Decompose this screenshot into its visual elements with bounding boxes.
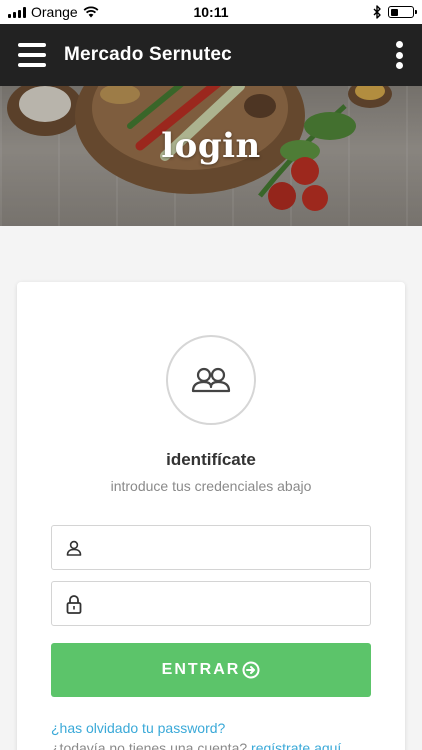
status-bar: Orange 10:11 <box>0 0 422 24</box>
battery-icon <box>388 6 417 18</box>
card-links: ¿has olvidado tu password? ¿todavía no t… <box>51 718 341 750</box>
register-link[interactable]: regístrate aquí <box>251 740 341 750</box>
card-heading: identifícate <box>166 450 256 469</box>
hero-banner: login <box>0 86 422 226</box>
enter-button-label: ENTRAR <box>161 661 241 678</box>
users-group-icon <box>191 367 231 393</box>
password-input[interactable] <box>94 582 370 625</box>
password-field[interactable] <box>51 581 371 626</box>
bluetooth-icon <box>373 5 381 19</box>
signal-icon <box>8 6 26 18</box>
app-bar: Mercado Sernutec <box>0 24 422 86</box>
hero-title: login <box>161 126 261 166</box>
user-icon <box>66 540 82 556</box>
username-field[interactable] <box>51 525 371 570</box>
hamburger-menu-icon[interactable] <box>18 43 46 67</box>
wifi-icon <box>83 6 99 18</box>
avatar-circle <box>166 335 256 425</box>
username-input[interactable] <box>94 526 370 569</box>
login-card: identifícate introduce tus credenciales … <box>17 282 405 750</box>
enter-button[interactable]: ENTRAR <box>51 643 371 697</box>
battery-level <box>390 8 398 16</box>
more-vert-icon[interactable] <box>394 41 404 69</box>
no-account-text: ¿todavía no tienes una cuenta? <box>51 740 248 750</box>
status-left: Orange <box>8 4 99 20</box>
app-title: Mercado Sernutec <box>64 44 232 65</box>
lock-icon <box>66 594 82 614</box>
arrow-circle-right-icon <box>242 661 260 679</box>
status-right <box>373 5 417 19</box>
carrier-label: Orange <box>31 4 78 20</box>
card-subheading: introduce tus credenciales abajo <box>110 478 312 494</box>
forgot-password-link[interactable]: ¿has olvidado tu password? <box>51 720 225 736</box>
